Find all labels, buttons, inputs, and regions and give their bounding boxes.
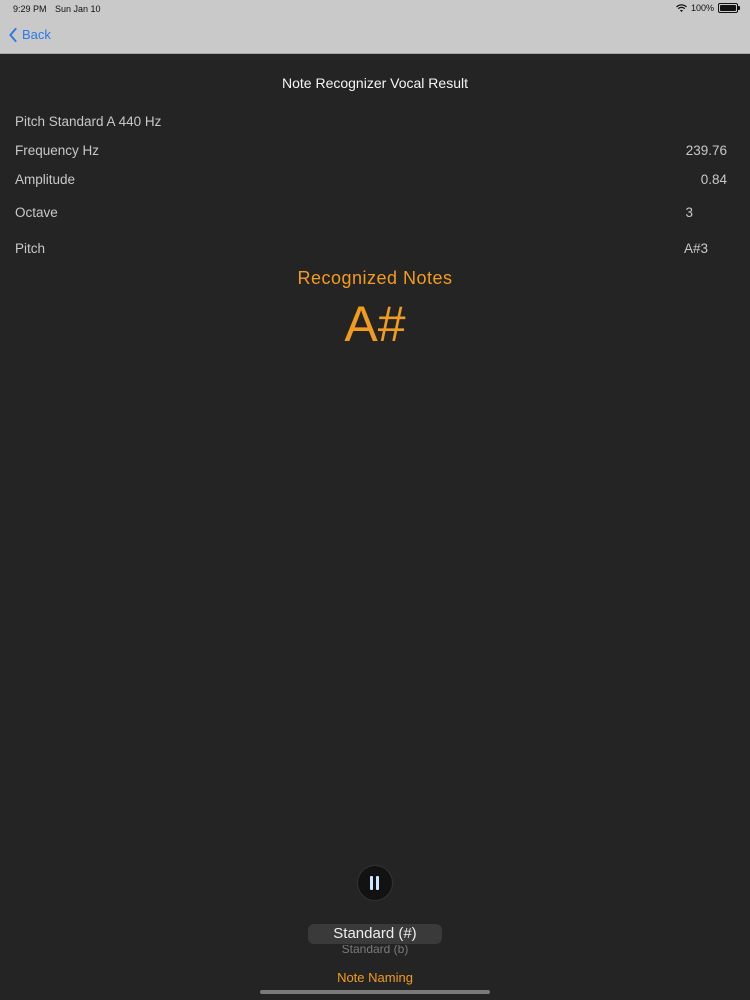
pitch-label: Pitch [15, 241, 46, 256]
amplitude-value: 0.84 [700, 172, 727, 187]
recognized-note: A# [344, 296, 406, 352]
recognized-notes-heading: Recognized Notes [297, 268, 453, 288]
note-naming-picker-selected[interactable]: Standard (#) [308, 924, 442, 944]
note-naming-label: Note Naming [337, 970, 413, 985]
back-label: Back [22, 27, 51, 42]
pause-button[interactable] [358, 866, 392, 900]
home-indicator [260, 990, 490, 994]
octave-label: Octave [15, 205, 58, 220]
amplitude-label: Amplitude [15, 172, 76, 187]
frequency-value: 239.76 [685, 143, 727, 158]
frequency-label: Frequency Hz [15, 143, 100, 158]
octave-row: Octave 3 [15, 205, 727, 220]
note-naming-picker-next-label: Standard (b) [341, 945, 409, 956]
pause-icon [370, 876, 380, 890]
page-title: Note Recognizer Vocal Result [282, 75, 468, 91]
back-button[interactable]: Back [8, 27, 51, 42]
status-time: 9:29 PM [13, 4, 47, 14]
pitch-value: A#3 [683, 241, 708, 256]
status-right: 100% [676, 3, 740, 13]
status-bar: 9:29 PM Sun Jan 10 100% [0, 0, 750, 18]
pitch-row: Pitch A#3 [15, 241, 727, 256]
navigation-bar: Back [0, 18, 750, 54]
amplitude-row: Amplitude 0.84 [15, 172, 727, 187]
battery-icon [718, 3, 740, 13]
battery-percent: 100% [690, 3, 714, 13]
wifi-icon [676, 3, 687, 12]
status-date: Sun Jan 10 [55, 4, 101, 14]
chevron-left-icon [9, 27, 17, 42]
note-naming-picker-option[interactable]: Standard (b) [308, 945, 442, 957]
pitch-standard-row: Pitch Standard A 440 Hz [15, 114, 727, 129]
frequency-row: Frequency Hz 239.76 [15, 143, 727, 158]
pitch-standard-label: Pitch Standard A 440 Hz [15, 114, 162, 129]
octave-value: 3 [685, 205, 693, 220]
